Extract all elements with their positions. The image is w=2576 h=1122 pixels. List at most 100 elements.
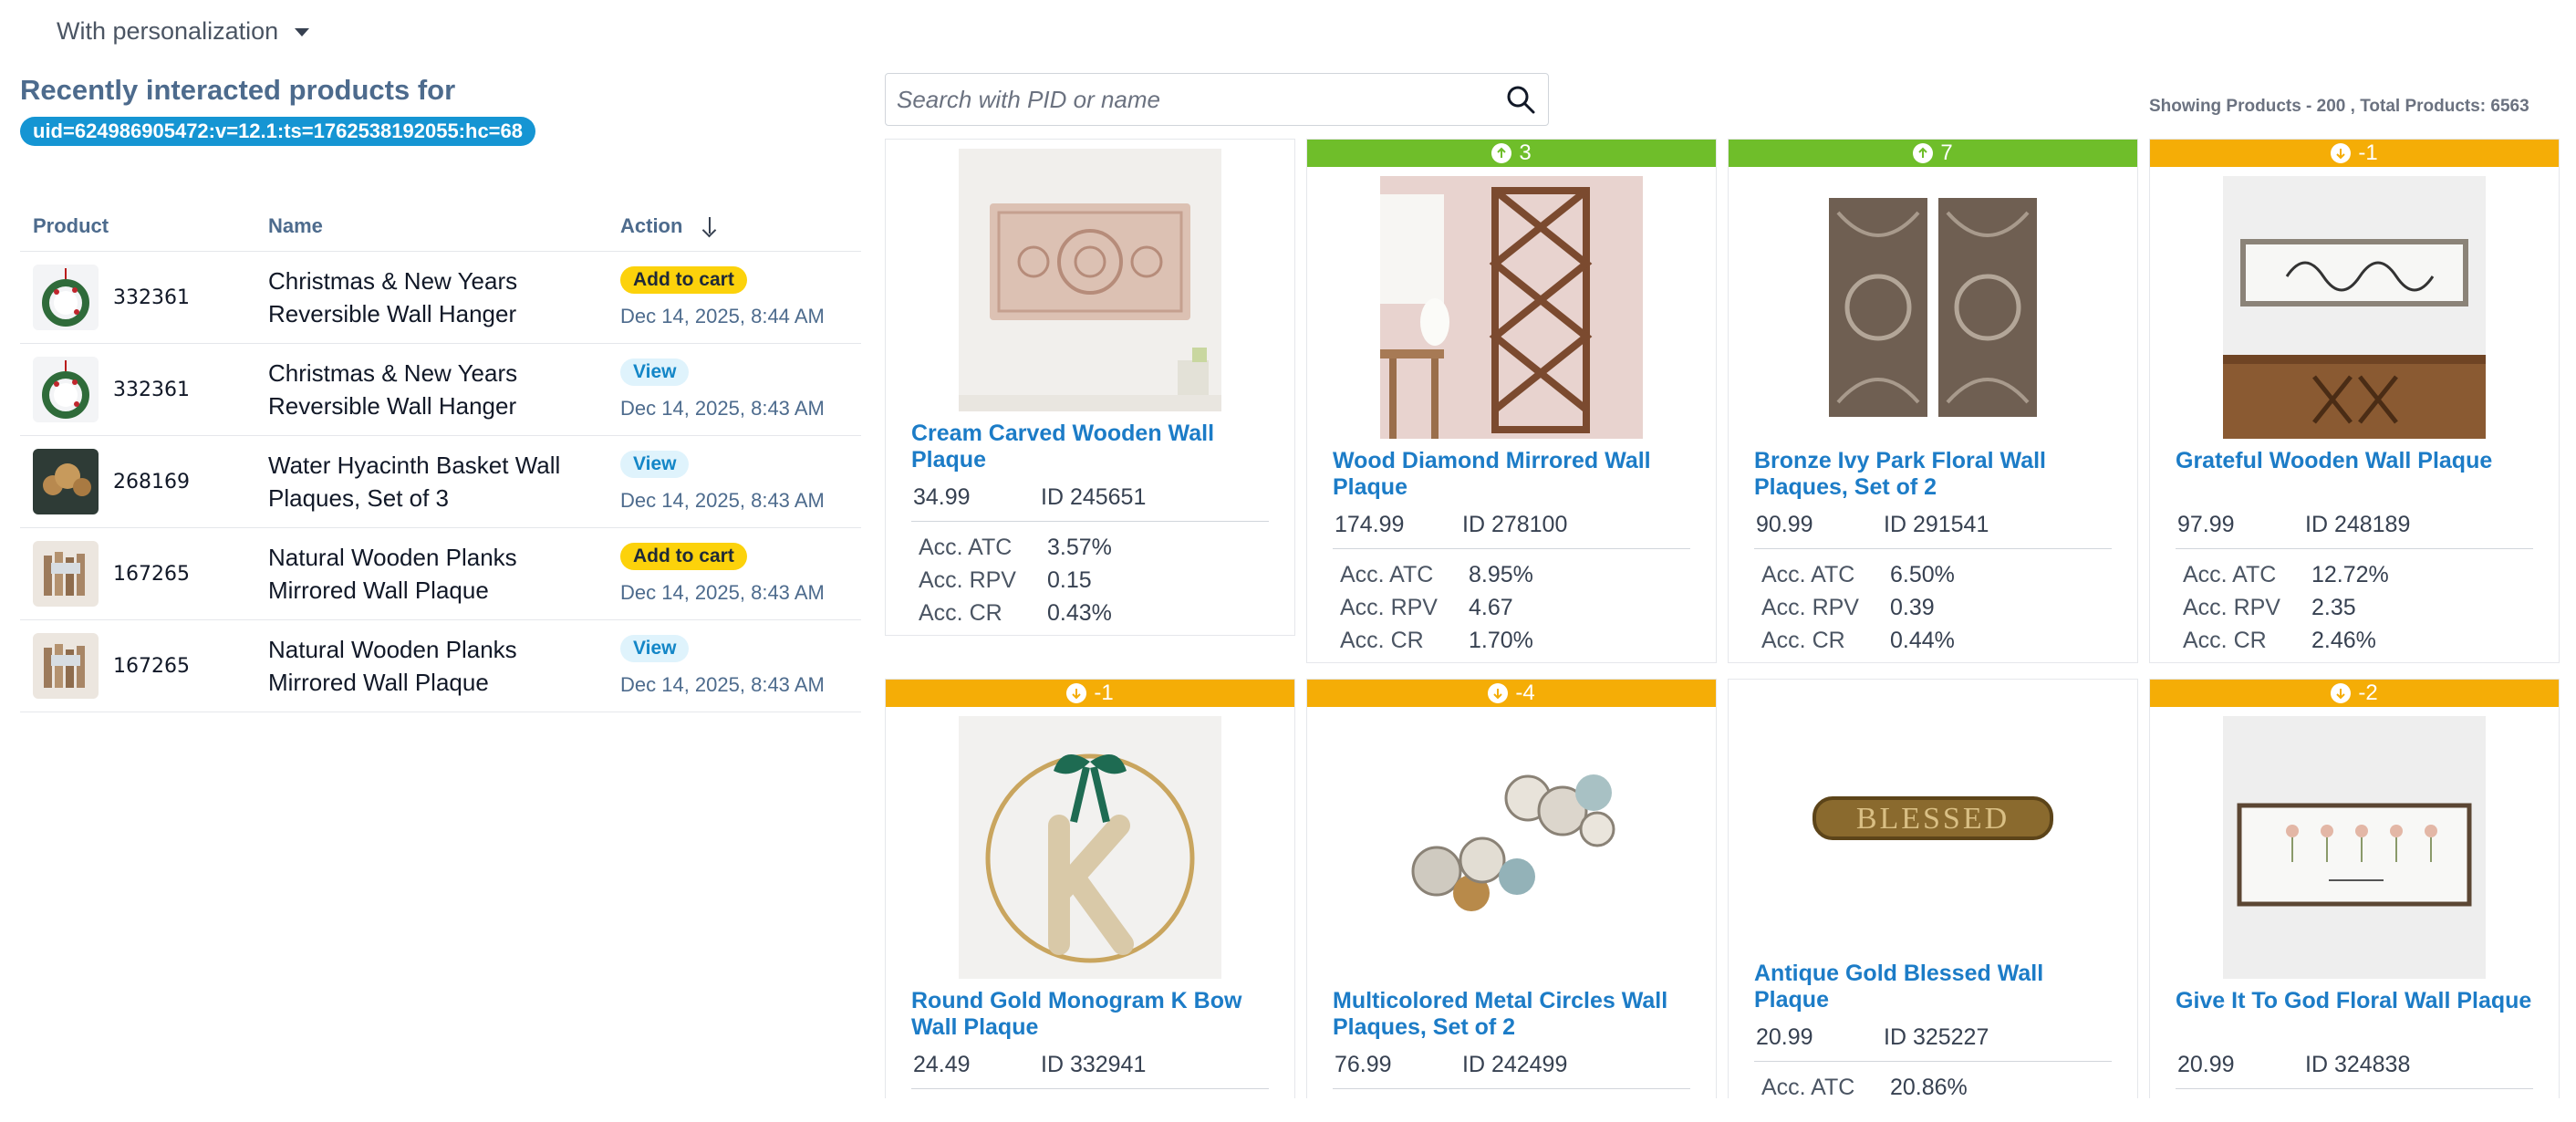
product-title[interactable]: Round Gold Monogram K Bow Wall Plaque bbox=[886, 979, 1294, 1041]
product-name: Christmas & New Years Reversible Wall Ha… bbox=[268, 359, 518, 420]
product-title[interactable]: Multicolored Metal Circles Wall Plaques,… bbox=[1307, 979, 1716, 1041]
product-name: Natural Wooden Planks Mirrored Wall Plaq… bbox=[268, 544, 517, 604]
product-card[interactable]: -4 Multicolored Metal Circles Wall Plaqu… bbox=[1306, 679, 1717, 1098]
product-id: ID 324838 bbox=[2305, 1051, 2411, 1077]
metric-label-rpv: Acc. RPV bbox=[1340, 594, 1438, 620]
column-header-product[interactable]: Product bbox=[20, 214, 268, 238]
product-price: 97.99 bbox=[2177, 511, 2235, 537]
product-card[interactable]: 3 Wood Diamond Mirrored Wall Plaque 174.… bbox=[1306, 139, 1717, 663]
metric-value-atc: 8.95% bbox=[1469, 561, 1533, 587]
action-badge: View bbox=[620, 635, 690, 662]
product-title[interactable]: Cream Carved Wooden Wall Plaque bbox=[886, 411, 1294, 473]
metric-label-atc: Acc. ATC bbox=[2183, 561, 2277, 587]
arrow-down-icon bbox=[1488, 683, 1509, 703]
metric-value-rpv: 2.35 bbox=[2311, 594, 2356, 620]
product-title[interactable]: Grateful Wooden Wall Plaque bbox=[2150, 439, 2559, 501]
product-image: BLESSED bbox=[1802, 689, 2064, 951]
personalization-dropdown-label: With personalization bbox=[57, 16, 279, 45]
column-header-action-label: Action bbox=[620, 213, 683, 237]
product-count-summary: Showing Products - 200 , Total Products:… bbox=[2149, 97, 2529, 116]
action-badge: Add to cart bbox=[620, 543, 747, 570]
metric-value-atc: 6.50% bbox=[1890, 561, 1955, 587]
metric-value-cr: 0.44% bbox=[1890, 627, 1955, 653]
metric-label-atc: Acc. ATC bbox=[919, 534, 1013, 560]
rank-change-bar: 3 bbox=[1307, 140, 1716, 167]
product-name: Natural Wooden Planks Mirrored Wall Plaq… bbox=[268, 636, 517, 696]
product-image bbox=[959, 149, 1221, 411]
product-price: 20.99 bbox=[2177, 1051, 2235, 1077]
arrow-up-icon bbox=[1913, 143, 1934, 163]
divider bbox=[1754, 548, 2112, 549]
column-header-name[interactable]: Name bbox=[268, 214, 620, 238]
metric-label-cr: Acc. CR bbox=[1340, 627, 1424, 653]
sort-descending-icon[interactable] bbox=[701, 216, 719, 236]
product-search[interactable] bbox=[885, 73, 1549, 126]
product-card[interactable]: 7 Bronze Ivy Park Floral Wall Plaques, S… bbox=[1728, 139, 2138, 663]
metric-label-atc: Acc. ATC bbox=[1761, 1074, 1855, 1099]
personalization-dropdown[interactable]: With personalization bbox=[40, 13, 326, 49]
product-card[interactable]: BLESSED Antique Gold Blessed Wall Plaque… bbox=[1728, 679, 2138, 1098]
rank-change-value: -4 bbox=[1515, 680, 1535, 705]
action-badge: Add to cart bbox=[620, 266, 747, 294]
divider bbox=[911, 521, 1269, 522]
product-price: 90.99 bbox=[1756, 511, 1813, 537]
product-price: 174.99 bbox=[1335, 511, 1405, 537]
metric-value-atc: 3.57% bbox=[1047, 534, 1112, 560]
metric-label-atc: Acc. ATC bbox=[1340, 561, 1434, 587]
arrow-up-icon bbox=[1491, 143, 1512, 163]
product-card[interactable]: -2 Give It To God Floral Wall Plaque 20.… bbox=[2149, 679, 2560, 1098]
rank-change-bar: -1 bbox=[886, 680, 1294, 707]
product-image bbox=[959, 716, 1221, 979]
table-row[interactable]: 332361 Christmas & New Years Reversible … bbox=[20, 344, 861, 436]
table-row[interactable]: 167265 Natural Wooden Planks Mirrored Wa… bbox=[20, 528, 861, 620]
rank-change-bar: 7 bbox=[1729, 140, 2137, 167]
product-id: 167265 bbox=[113, 654, 190, 678]
divider bbox=[1333, 548, 1690, 549]
product-price: 34.99 bbox=[913, 483, 971, 510]
action-badge: View bbox=[620, 358, 690, 386]
product-title[interactable]: Bronze Ivy Park Floral Wall Plaques, Set… bbox=[1729, 439, 2137, 501]
product-card[interactable]: Cream Carved Wooden Wall Plaque 34.99 ID … bbox=[885, 139, 1295, 636]
table-header: Product Name Action bbox=[20, 201, 861, 252]
product-id: ID 278100 bbox=[1462, 511, 1568, 537]
product-image bbox=[2223, 176, 2486, 439]
caret-down-icon bbox=[295, 27, 310, 36]
product-thumbnail bbox=[33, 633, 99, 699]
table-row[interactable]: 268169 Water Hyacinth Basket Wall Plaque… bbox=[20, 436, 861, 528]
product-card[interactable]: -1 Grateful Wooden Wall Plaque 97.99 ID 2… bbox=[2149, 139, 2560, 663]
table-row[interactable]: 332361 Christmas & New Years Reversible … bbox=[20, 252, 861, 344]
rank-change-value: 3 bbox=[1519, 140, 1532, 165]
metric-value-atc: 20.86% bbox=[1890, 1074, 1968, 1099]
product-card[interactable]: -1 Round Gold Monogram K Bow Wall Plaque… bbox=[885, 679, 1295, 1098]
product-title[interactable]: Give It To God Floral Wall Plaque bbox=[2150, 979, 2559, 1041]
product-id: 167265 bbox=[113, 562, 190, 586]
svg-text:BLESSED: BLESSED bbox=[1856, 802, 2010, 836]
divider bbox=[2176, 548, 2533, 549]
metric-value-cr: 2.46% bbox=[2311, 627, 2376, 653]
product-price: 20.99 bbox=[1756, 1023, 1813, 1050]
product-image bbox=[1380, 716, 1643, 979]
action-timestamp: Dec 14, 2025, 8:43 AM bbox=[620, 673, 825, 696]
action-timestamp: Dec 14, 2025, 8:44 AM bbox=[620, 305, 825, 327]
search-icon[interactable] bbox=[1504, 83, 1537, 116]
product-id: 332361 bbox=[113, 378, 190, 401]
product-thumbnail bbox=[33, 541, 99, 607]
metric-label-cr: Acc. CR bbox=[2183, 627, 2267, 653]
uid-badge: uid=624986905472:v=12.1:ts=1762538192055… bbox=[20, 117, 536, 146]
search-input[interactable] bbox=[897, 85, 1504, 114]
product-title[interactable]: Wood Diamond Mirrored Wall Plaque bbox=[1307, 439, 1716, 501]
metric-label-cr: Acc. CR bbox=[919, 599, 1002, 626]
product-title[interactable]: Antique Gold Blessed Wall Plaque bbox=[1729, 951, 2137, 1013]
product-thumbnail bbox=[33, 265, 99, 330]
product-id: ID 332941 bbox=[1041, 1051, 1147, 1077]
column-header-action[interactable]: Action bbox=[620, 214, 719, 238]
product-thumbnail bbox=[33, 449, 99, 514]
divider bbox=[1333, 1088, 1690, 1089]
rank-change-bar: -4 bbox=[1307, 680, 1716, 707]
rank-change-bar: -1 bbox=[2150, 140, 2559, 167]
metric-label-rpv: Acc. RPV bbox=[2183, 594, 2280, 620]
rank-change-value: -1 bbox=[1094, 680, 1114, 705]
product-grid: Cream Carved Wooden Wall Plaque 34.99 ID … bbox=[885, 139, 2560, 1098]
table-row[interactable]: 167265 Natural Wooden Planks Mirrored Wa… bbox=[20, 620, 861, 712]
arrow-down-icon bbox=[2331, 143, 2352, 163]
